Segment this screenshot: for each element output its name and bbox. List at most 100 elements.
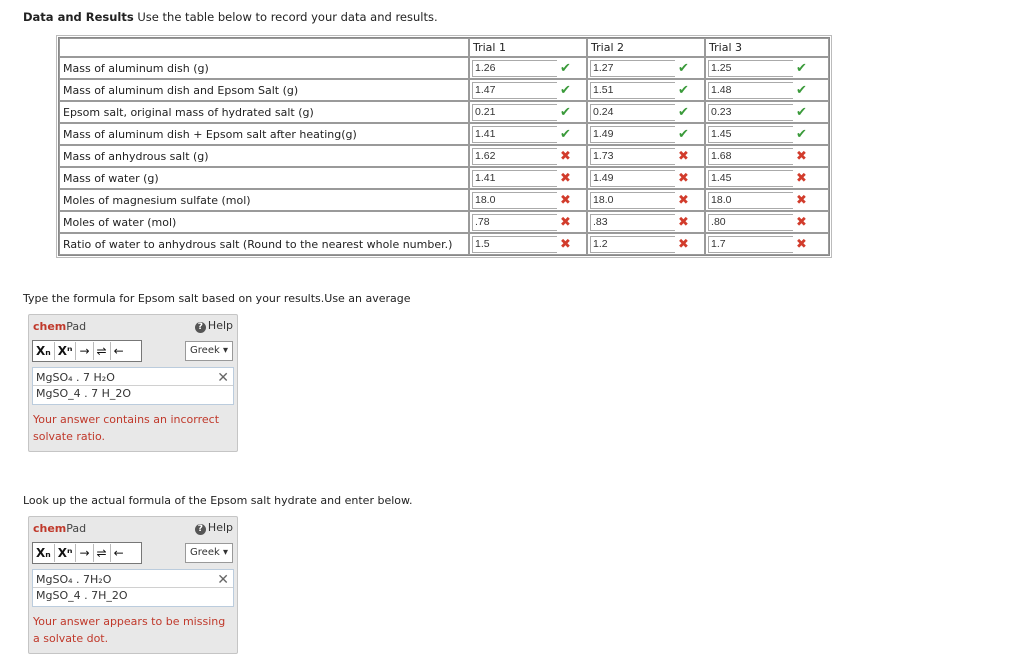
trial-2-value-input[interactable]: .83 [590,213,676,231]
trial-1-value-input[interactable]: 1.62 [472,147,557,165]
cross-icon: ✖ [678,148,689,164]
answer-2-raw[interactable]: MgSO_4 . 7H_2O [36,589,128,602]
status-cell: ✔ [557,57,588,79]
cross-icon: ✖ [560,170,571,186]
trial-3-value-input[interactable]: 1.45 [708,169,794,187]
chempad-title-chem: chem [33,320,67,333]
trial-2-value-input[interactable]: 18.0 [590,191,676,209]
arrow-left-button[interactable]: ← [111,544,127,562]
answer-1-raw[interactable]: MgSO_4 . 7 H_2O [36,387,131,400]
row-label: Moles of water (mol) [59,211,469,233]
chempad-1: chemPad ? Help Xₙ Xⁿ → ⇌ ← Greek ▾ MgSO₄ … [28,314,238,452]
trial-1-cell: 0.21 [469,101,557,123]
delete-icon[interactable]: ✕ [217,370,229,386]
subscript-button[interactable]: Xₙ [33,342,55,360]
trial-1-cell: 1.47 [469,79,557,101]
table-row: Mass of aluminum dish and Epsom Salt (g)… [59,79,830,101]
cross-icon: ✖ [678,192,689,208]
trial-1-value-input[interactable]: 18.0 [472,191,557,209]
status-cell: ✖ [793,211,830,233]
row-label: Mass of water (g) [59,167,469,189]
trial-2-value-input[interactable]: 1.2 [590,235,676,253]
check-icon: ✔ [560,82,571,98]
help-button[interactable]: ? Help [194,319,233,333]
trial-1-value-input[interactable]: 1.5 [472,235,557,253]
trial-2-header: Trial 2 [587,38,706,57]
delete-icon[interactable]: ✕ [217,572,229,588]
check-icon: ✔ [560,126,571,142]
trial-1-value-input[interactable]: 1.47 [472,81,557,99]
check-icon: ✔ [678,82,689,98]
trial-3-value-input[interactable]: 1.7 [708,235,794,253]
trial-3-value-input[interactable]: 1.45 [708,125,794,143]
check-icon: ✔ [678,126,689,142]
chempad-2: chemPad ? Help Xₙ Xⁿ → ⇌ ← Greek ▾ MgSO₄ … [28,516,238,654]
trial-3-value-input[interactable]: 1.48 [708,81,794,99]
row-label: Ratio of water to anhydrous salt (Round … [59,233,469,255]
answer-2-input[interactable]: MgSO₄ . 7H₂O MgSO_4 . 7H_2O ✕ [32,569,234,607]
trial-3-cell: 1.7 [705,233,794,255]
arrow-right-button[interactable]: → [76,544,94,562]
answer-1-feedback: Your answer contains an incorrect solvat… [33,413,220,443]
trial-2-value-input[interactable]: 1.27 [590,59,676,77]
trial-2-value-input[interactable]: 1.73 [590,147,676,165]
check-icon: ✔ [678,104,689,120]
section-heading-text: Use the table below to record your data … [133,10,438,24]
trial-2-value-input[interactable]: 1.51 [590,81,676,99]
help-label: Help [207,521,233,534]
trial-2-value-input[interactable]: 1.49 [590,125,676,143]
status-cell: ✔ [675,101,706,123]
question-2-text: Look up the actual formula of the Epsom … [23,494,413,507]
table-row: Epsom salt, original mass of hydrated sa… [59,101,830,123]
trial-2-cell: 1.73 [587,145,676,167]
trial-3-value-input[interactable]: 1.68 [708,147,794,165]
trial-1-cell: 1.62 [469,145,557,167]
table-row: Moles of magnesium sulfate (mol) 18.0 ✖ 18.… [59,189,830,211]
superscript-button[interactable]: Xⁿ [55,342,77,360]
check-icon: ✔ [796,126,807,142]
trial-1-value-input[interactable]: .78 [472,213,557,231]
status-cell: ✔ [557,101,588,123]
greek-dropdown[interactable]: Greek ▾ [185,341,233,361]
subscript-button[interactable]: Xₙ [33,544,55,562]
status-cell: ✖ [793,189,830,211]
trial-2-value-input[interactable]: 0.24 [590,103,676,121]
trial-1-cell: 1.41 [469,167,557,189]
trial-3-value-input[interactable]: .80 [708,213,794,231]
trial-1-value-input[interactable]: 1.26 [472,59,557,77]
trial-2-value-input[interactable]: 1.49 [590,169,676,187]
trial-1-value-input[interactable]: 1.41 [472,125,557,143]
cross-icon: ✖ [560,236,571,252]
table-header-label [59,38,469,57]
greek-dropdown[interactable]: Greek ▾ [185,543,233,563]
cross-icon: ✖ [560,148,571,164]
section-heading-bold: Data and Results [23,10,134,24]
table-row: Mass of aluminum dish + Epsom salt after… [59,123,830,145]
arrow-left-button[interactable]: ← [111,342,127,360]
trial-1-value-input[interactable]: 0.21 [472,103,557,121]
help-button[interactable]: ? Help [194,521,233,535]
help-label: Help [207,319,233,332]
chempad-title-chem: chem [33,522,67,535]
answer-1-input[interactable]: MgSO₄ . 7 H₂O MgSO_4 . 7 H_2O ✕ [32,367,234,405]
trial-1-value-input[interactable]: 1.41 [472,169,557,187]
results-table: Trial 1 Trial 2 Trial 3 Mass of aluminum… [55,35,833,258]
row-label: Epsom salt, original mass of hydrated sa… [59,101,469,123]
arrow-right-button[interactable]: → [76,342,94,360]
trial-3-value-input[interactable]: 0.23 [708,103,794,121]
trial-2-cell: .83 [587,211,676,233]
trial-3-value-input[interactable]: 18.0 [708,191,794,209]
chempad-title-pad: Pad [66,320,87,333]
equilibrium-arrow-button[interactable]: ⇌ [94,342,111,360]
cross-icon: ✖ [678,236,689,252]
superscript-button[interactable]: Xⁿ [55,544,77,562]
cross-icon: ✖ [678,170,689,186]
status-cell: ✖ [793,233,830,255]
row-label: Mass of aluminum dish (g) [59,57,469,79]
equilibrium-arrow-button[interactable]: ⇌ [94,544,111,562]
chempad-title: chemPad [33,522,86,535]
trial-3-value-input[interactable]: 1.25 [708,59,794,77]
trial-2-cell: 1.49 [587,123,676,145]
table-row: Mass of anhydrous salt (g) 1.62 ✖ 1.73 ✖ 1.68… [59,145,830,167]
chempad-header: chemPad ? Help [29,315,237,337]
